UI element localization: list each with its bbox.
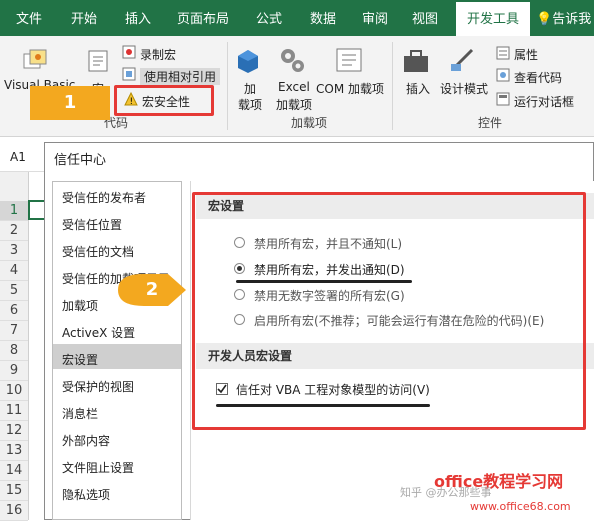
addins-button[interactable]: 加 <box>244 80 256 97</box>
properties-icon <box>496 46 510 60</box>
nav-privacy-options[interactable]: 隐私选项 <box>62 486 110 503</box>
row-header[interactable]: 12 <box>0 421 28 441</box>
nav-external-content[interactable]: 外部内容 <box>62 432 110 449</box>
tab-developer[interactable]: 开发工具 <box>456 0 530 36</box>
addins-button-line2: 载项 <box>238 98 263 112</box>
row-header[interactable]: 13 <box>0 441 28 461</box>
properties-button[interactable]: 属性 <box>514 46 538 63</box>
row-header[interactable]: 7 <box>0 321 28 341</box>
highlight-macro-settings <box>192 192 586 430</box>
nav-protected-view[interactable]: 受保护的视图 <box>62 378 134 395</box>
callout-number: 2 <box>145 279 159 300</box>
tab-file[interactable]: 文件 <box>4 0 54 36</box>
nav-trusted-documents[interactable]: 受信任的文档 <box>62 243 134 260</box>
callout-2: 2 <box>116 272 188 308</box>
tab-insert[interactable]: 插入 <box>112 0 164 36</box>
macros-icon[interactable] <box>86 48 112 74</box>
row-header[interactable]: 6 <box>0 301 28 321</box>
nav-addins[interactable]: 加载项 <box>62 297 98 314</box>
addins-icon[interactable] <box>236 48 260 74</box>
group-divider <box>392 42 393 130</box>
row-header[interactable]: 15 <box>0 481 28 501</box>
row-header[interactable]: 9 <box>0 361 28 381</box>
relative-reference-icon <box>122 67 136 81</box>
visual-basic-icon[interactable] <box>22 48 48 72</box>
toolbox-icon[interactable] <box>402 48 430 74</box>
excel-addins-button[interactable]: Excel <box>278 80 310 94</box>
highlight-macro-security <box>114 85 214 116</box>
group-divider <box>227 42 228 130</box>
excel-addins-icon[interactable] <box>278 46 306 74</box>
run-dialog-button[interactable]: 运行对话框 <box>514 93 574 110</box>
row-header[interactable]: 14 <box>0 461 28 481</box>
tab-home[interactable]: 开始 <box>58 0 110 36</box>
dialog-title: 信任中心 <box>54 153 107 168</box>
name-box[interactable]: A1 <box>0 142 46 172</box>
record-macro-button[interactable]: 录制宏 <box>140 46 176 63</box>
com-addins-button[interactable]: COM 加载项 <box>316 80 384 97</box>
tab-formulas[interactable]: 公式 <box>244 0 294 36</box>
row-header[interactable]: 8 <box>0 341 28 361</box>
row-header[interactable]: 4 <box>0 261 28 281</box>
row-header[interactable]: 10 <box>0 381 28 401</box>
row-headers: 1 2 3 4 5 6 7 8 9 10 11 12 13 14 15 16 <box>0 172 29 521</box>
view-code-icon <box>496 68 510 82</box>
watermark-url: www.office68.com <box>470 500 571 513</box>
lightbulb-icon: 💡 <box>536 12 553 27</box>
excel-addins-button-line2: 加载项 <box>276 98 313 112</box>
run-dialog-icon <box>496 92 510 106</box>
watermark-zhihu: 知乎 @办公那些事 <box>400 486 492 499</box>
view-code-button[interactable]: 查看代码 <box>514 69 562 86</box>
design-mode-icon[interactable] <box>448 46 476 74</box>
underline-trust-vba <box>216 404 430 407</box>
design-mode-button[interactable]: 设计模式 <box>440 80 488 97</box>
tab-page-layout[interactable]: 页面布局 <box>168 0 238 36</box>
row-header[interactable]: 5 <box>0 281 28 301</box>
tab-review[interactable]: 审阅 <box>352 0 398 36</box>
nav-trusted-locations[interactable]: 受信任位置 <box>62 216 122 233</box>
record-macro-icon <box>122 45 136 59</box>
controls-group-label: 控件 <box>477 116 502 130</box>
tell-me-label: 告诉我 <box>552 12 592 27</box>
nav-macro-settings[interactable]: 宏设置 <box>62 351 98 368</box>
row-header[interactable]: 16 <box>0 501 28 521</box>
underline-option <box>236 280 412 283</box>
callout-number: 1 <box>63 92 77 113</box>
row-header[interactable]: 3 <box>0 241 28 261</box>
callout-1: 1 <box>30 86 110 120</box>
row-header[interactable]: 1 <box>0 201 28 221</box>
row-header[interactable]: 2 <box>0 221 28 241</box>
addins-group-label: 加载项 <box>290 116 327 130</box>
tab-tell-me[interactable]: 💡告诉我 <box>536 0 594 36</box>
use-relative-reference-button[interactable]: 使用相对引用 <box>140 68 221 85</box>
nav-message-bar[interactable]: 消息栏 <box>62 405 98 422</box>
com-addins-icon[interactable] <box>334 46 364 74</box>
insert-control-button[interactable]: 插入 <box>406 80 430 97</box>
tab-view[interactable]: 视图 <box>402 0 448 36</box>
row-header[interactable]: 11 <box>0 401 28 421</box>
nav-trusted-publishers[interactable]: 受信任的发布者 <box>62 189 146 206</box>
nav-activex-settings[interactable]: ActiveX 设置 <box>62 324 135 341</box>
nav-file-block-settings[interactable]: 文件阻止设置 <box>62 459 134 476</box>
ribbon-tab-bar: 文件 开始 插入 页面布局 公式 数据 审阅 视图 开发工具 💡告诉我 <box>0 0 594 36</box>
tab-data[interactable]: 数据 <box>298 0 348 36</box>
